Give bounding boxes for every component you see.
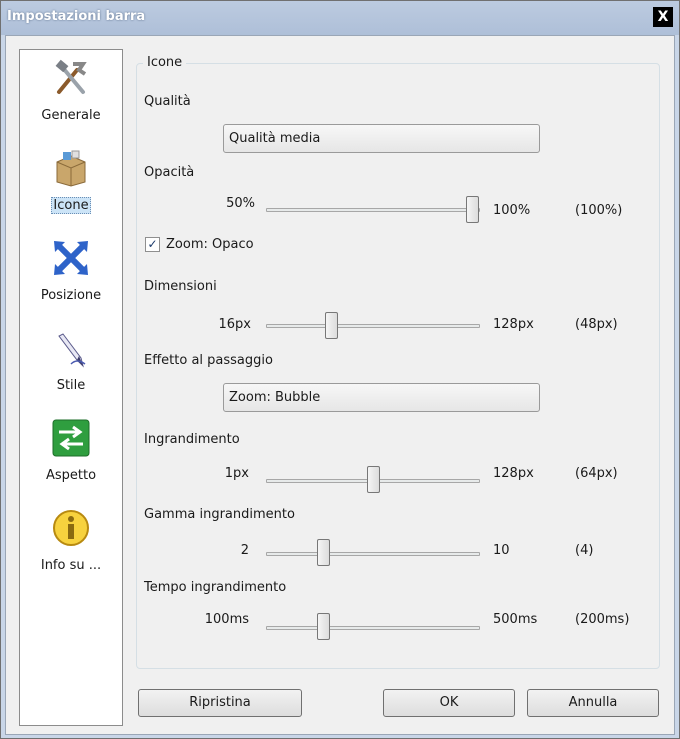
tools-icon: [55, 59, 87, 94]
zoom-opaque-checkbox[interactable]: ✓: [145, 237, 160, 252]
title-bar: Impostazioni barra X: [1, 1, 679, 35]
hover-effect-combo[interactable]: Zoom: Bubble: [223, 383, 540, 412]
zoom-time-value: (200ms): [575, 612, 630, 627]
sidebar-item-label: Posizione: [40, 288, 102, 303]
sidebar-item-aspetto[interactable]: Aspetto: [20, 414, 122, 494]
opacity-slider[interactable]: [466, 196, 479, 223]
zoom-opaque-label[interactable]: Zoom: Opaco: [166, 237, 254, 252]
zoom-time-label: Tempo ingrandimento: [144, 580, 287, 595]
opacity-value: (100%): [575, 203, 623, 218]
zoom-value: (64px): [575, 466, 618, 481]
sidebar-item-label: Info su ...: [40, 558, 102, 573]
sidebar-item-label: Icone: [51, 197, 91, 214]
settings-window: Impostazioni barra X Generale Icone Posi…: [0, 0, 680, 739]
sidebar-item-posizione[interactable]: Posizione: [20, 234, 122, 314]
sidebar-item-icone[interactable]: Icone: [20, 144, 122, 224]
hover-effect-label: Effetto al passaggio: [144, 353, 273, 368]
size-max: 128px: [493, 317, 534, 332]
zoom-time-min: 100ms: [204, 612, 249, 627]
reset-button[interactable]: Ripristina: [138, 689, 302, 717]
zoom-min: 1px: [224, 466, 249, 481]
zoom-range-label: Gamma ingrandimento: [144, 507, 295, 522]
size-slider[interactable]: [324, 312, 338, 339]
cancel-button[interactable]: Annulla: [527, 689, 659, 717]
zoom-range-track: [266, 552, 480, 556]
close-button[interactable]: X: [653, 7, 673, 27]
zoom-range-value: (4): [575, 543, 594, 558]
opacity-max: 100%: [493, 203, 531, 218]
quality-combo[interactable]: Qualità media: [223, 124, 540, 153]
opacity-label: Opacità: [144, 165, 195, 180]
group-title: Icone: [143, 55, 187, 70]
sidebar-item-info[interactable]: Info su ...: [20, 504, 122, 584]
sidebar-item-generale[interactable]: Generale: [20, 54, 122, 134]
zoom-slider[interactable]: [366, 466, 380, 493]
zoom-time-track: [266, 626, 480, 630]
sidebar-item-label: Generale: [41, 108, 101, 123]
sidebar-item-label: Stile: [56, 378, 86, 393]
zoom-range-max: 10: [493, 543, 510, 558]
size-value: (48px): [575, 317, 618, 332]
size-label: Dimensioni: [144, 279, 217, 294]
info-icon: [53, 510, 89, 546]
zoom-range-min: 2: [240, 543, 249, 558]
zoom-range-slider[interactable]: [316, 539, 330, 566]
opacity-min: 50%: [226, 196, 255, 211]
ok-button[interactable]: OK: [383, 689, 515, 717]
zoom-label: Ingrandimento: [144, 432, 240, 447]
sidebar-item-stile[interactable]: Stile: [20, 324, 122, 404]
sidebar-item-label: Aspetto: [45, 468, 97, 483]
sidebar: Generale Icone Posizione Stile Aspetto I…: [19, 49, 123, 726]
opacity-track: [266, 208, 480, 212]
window-title: Impostazioni barra: [7, 9, 146, 24]
swap-icon: [52, 419, 90, 457]
package-icon: [56, 150, 86, 187]
arrows-icon: [54, 241, 88, 275]
zoom-time-max: 500ms: [493, 612, 538, 627]
zoom-max: 128px: [493, 466, 534, 481]
zoom-time-slider[interactable]: [316, 613, 330, 640]
size-min: 16px: [218, 317, 252, 332]
size-track: [266, 324, 480, 328]
pen-icon: [58, 333, 86, 368]
quality-label: Qualità: [144, 94, 191, 109]
